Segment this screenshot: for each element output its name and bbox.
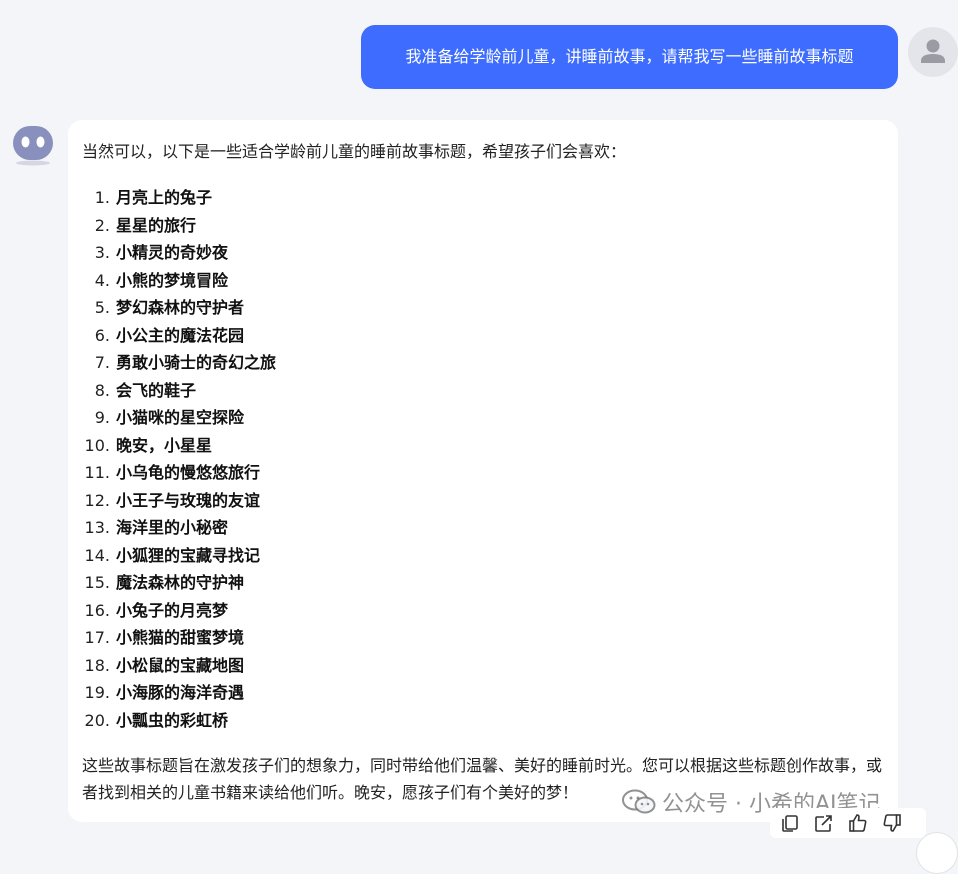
assistant-avatar <box>10 122 56 168</box>
user-avatar <box>908 27 958 77</box>
story-title-list: 1. 月亮上的兔子 2. 星星的旅行 3. 小精灵的奇妙夜 4. 小熊的梦境冒险 5. 梦… <box>82 184 276 734</box>
list-item-title: 魔法森林的守护神 <box>116 573 245 592</box>
list-item-title: 小海豚的海洋奇遇 <box>116 683 245 702</box>
list-item: 15. 魔法森林的守护神 <box>82 569 276 597</box>
user-message-text: 我准备给学龄前儿童，讲睡前故事，请帮我写一些睡前故事标题 <box>405 47 854 66</box>
list-item-title: 梦幻森林的守护者 <box>116 298 245 317</box>
list-item: 8. 会飞的鞋子 <box>82 377 276 405</box>
list-item-number: 9. <box>94 408 110 427</box>
user-message-row: 我准备给学龄前儿童，讲睡前故事，请帮我写一些睡前故事标题 <box>0 25 958 91</box>
list-item-title: 小王子与玫瑰的友谊 <box>116 490 261 510</box>
list-item: 9. 小猫咪的星空探险 <box>82 404 276 432</box>
list-item: 3. 小精灵的奇妙夜 <box>82 239 276 267</box>
dislike-button[interactable] <box>878 809 906 837</box>
list-item: 5. 梦幻森林的守护者 <box>82 294 276 322</box>
list-item-number: 20. <box>84 710 110 730</box>
list-item-number: 18. <box>84 655 110 675</box>
list-item-number: 14. <box>84 545 110 565</box>
share-button[interactable] <box>810 809 838 837</box>
list-item-title: 星星的旅行 <box>116 215 197 235</box>
list-item: 11. 小乌龟的慢悠悠旅行 <box>82 459 276 487</box>
list-item-title: 勇敢小骑士的奇幻之旅 <box>116 353 277 372</box>
list-item-title: 小猫咪的星空探险 <box>116 408 245 427</box>
list-item: 10. 晚安，小星星 <box>82 432 276 460</box>
copy-icon <box>782 815 798 832</box>
list-item-title: 会飞的鞋子 <box>116 380 197 400</box>
thumbs-down-icon <box>883 814 901 832</box>
like-button[interactable] <box>844 809 872 837</box>
list-item: 1. 月亮上的兔子 <box>82 184 276 212</box>
message-action-toolbar <box>770 808 926 838</box>
assistant-message-card: 当然可以，以下是一些适合学龄前儿童的睡前故事标题，希望孩子们会喜欢： 1. 月亮上… <box>68 120 898 822</box>
list-item: 17. 小熊猫的甜蜜梦境 <box>82 624 276 652</box>
list-item-number: 16. <box>84 600 110 620</box>
share-icon <box>815 815 832 832</box>
list-item: 4. 小熊的梦境冒险 <box>82 267 276 295</box>
robot-face-icon <box>13 126 53 166</box>
list-item-title: 小公主的魔法花园 <box>116 325 245 345</box>
list-item-title: 小松鼠的宝藏地图 <box>116 655 245 675</box>
list-item-number: 2. <box>94 215 110 235</box>
list-item-number: 5. <box>94 298 110 317</box>
list-item-title: 小乌龟的慢悠悠旅行 <box>116 463 261 482</box>
list-item: 20. 小瓢虫的彩虹桥 <box>82 707 276 735</box>
list-item-number: 7. <box>94 353 110 372</box>
wechat-icon <box>622 789 656 814</box>
list-item: 16. 小兔子的月亮梦 <box>82 597 276 625</box>
list-item: 14. 小狐狸的宝藏寻找记 <box>82 542 276 570</box>
list-item-title: 月亮上的兔子 <box>116 188 213 207</box>
list-item-title: 海洋里的小秘密 <box>116 518 229 537</box>
list-item-title: 小精灵的奇妙夜 <box>116 243 229 262</box>
list-item-title: 小熊的梦境冒险 <box>116 270 229 290</box>
list-item: 19. 小海豚的海洋奇遇 <box>82 679 276 707</box>
thumbs-up-icon <box>849 814 867 832</box>
list-item-number: 6. <box>94 325 110 345</box>
assistant-intro-text: 当然可以，以下是一些适合学龄前儿童的睡前故事标题，希望孩子们会喜欢： <box>82 142 627 161</box>
user-silhouette-icon <box>921 39 945 63</box>
list-item: 7. 勇敢小骑士的奇幻之旅 <box>82 349 276 377</box>
list-item-title: 小瓢虫的彩虹桥 <box>116 710 229 730</box>
list-item-number: 15. <box>84 573 110 592</box>
copy-button[interactable] <box>776 809 804 837</box>
list-item: 18. 小松鼠的宝藏地图 <box>82 652 276 680</box>
user-message-bubble: 我准备给学龄前儿童，讲睡前故事，请帮我写一些睡前故事标题 <box>361 25 898 89</box>
list-item-title: 晚安，小星星 <box>116 435 213 455</box>
list-item-number: 17. <box>84 628 110 647</box>
list-item-title: 小兔子的月亮梦 <box>116 600 229 620</box>
list-item: 6. 小公主的魔法花园 <box>82 322 276 350</box>
list-item-number: 1. <box>94 188 110 207</box>
list-item-number: 10. <box>84 435 110 455</box>
list-item: 13. 海洋里的小秘密 <box>82 514 276 542</box>
list-item-number: 12. <box>84 490 110 510</box>
list-item-title: 小熊猫的甜蜜梦境 <box>116 628 245 647</box>
list-item-number: 8. <box>94 380 110 400</box>
list-item-number: 13. <box>84 518 110 537</box>
list-item-number: 19. <box>84 683 110 702</box>
list-item-number: 4. <box>94 270 110 290</box>
list-item: 2. 星星的旅行 <box>82 212 276 240</box>
list-item: 12. 小王子与玫瑰的友谊 <box>82 487 276 515</box>
list-item-title: 小狐狸的宝藏寻找记 <box>116 545 261 565</box>
list-item-number: 11. <box>84 463 110 482</box>
list-item-number: 3. <box>94 243 110 262</box>
scroll-to-bottom-button[interactable] <box>916 832 958 874</box>
